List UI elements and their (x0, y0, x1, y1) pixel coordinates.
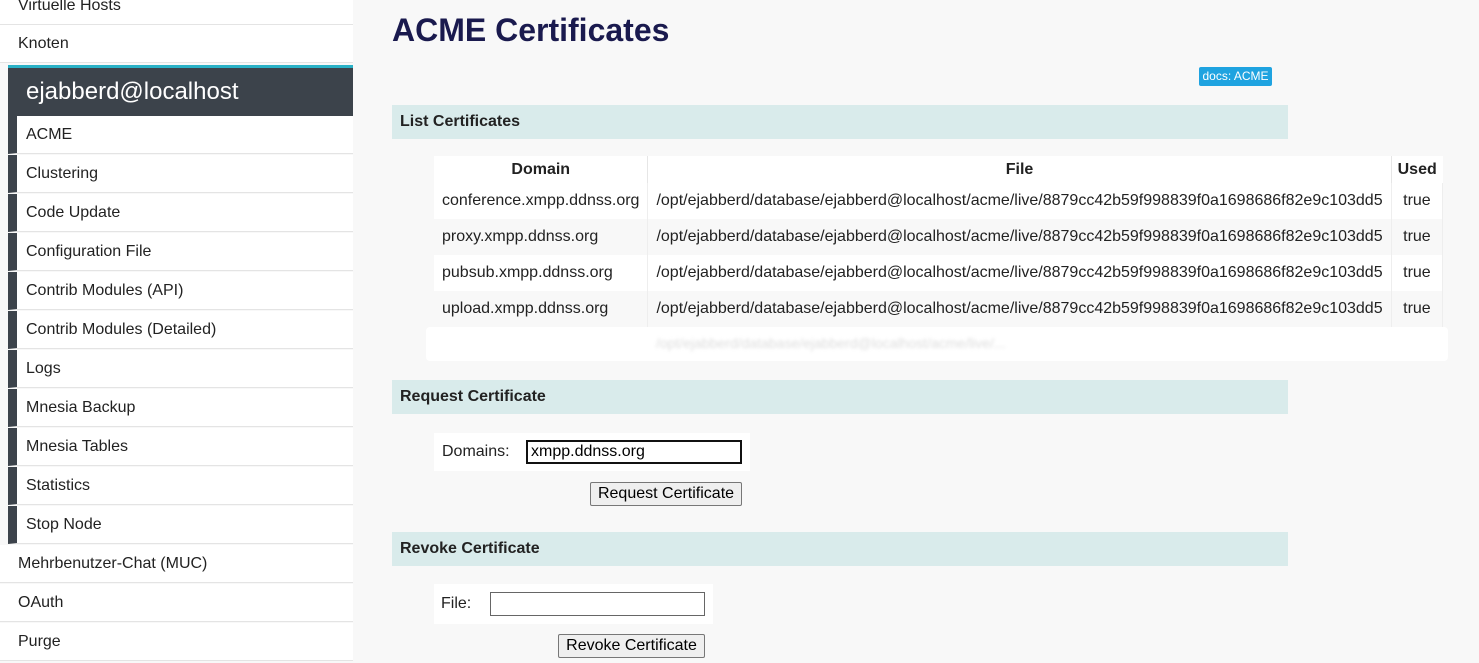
table-row: conference.xmpp.ddnss.org /opt/ejabberd/… (434, 183, 1444, 219)
domains-input[interactable] (526, 440, 742, 464)
sidebar-item-contrib-modules-api[interactable]: Contrib Modules (API) (8, 272, 353, 310)
cell-used: true (1391, 219, 1444, 255)
column-header-used: Used (1391, 156, 1443, 183)
revoke-certificate-button[interactable]: Revoke Certificate (558, 634, 705, 658)
sidebar-item-stop-node[interactable]: Stop Node (8, 506, 353, 544)
sidebar-node-header: ejabberd@localhost (8, 65, 353, 116)
sidebar-item-muc[interactable]: Mehrbenutzer-Chat (MUC) (0, 545, 353, 583)
file-input[interactable] (490, 592, 705, 616)
column-header-domain: Domain (434, 156, 649, 183)
cell-domain: pubsub.xmpp.ddnss.org (434, 255, 649, 291)
docs-link[interactable]: docs: ACME (1199, 67, 1272, 86)
cell-file-partial: /opt/ejabberd/database/ejabberd@localhos… (656, 335, 1006, 351)
cell-used: true (1391, 255, 1444, 291)
sidebar-item-statistics[interactable]: Statistics (8, 467, 353, 505)
sidebar-item-virtual-hosts[interactable]: Virtuelle Hosts (0, 0, 353, 25)
file-label: File: (441, 595, 472, 612)
section-list-certificates: List Certificates (392, 105, 1288, 139)
table-row: proxy.xmpp.ddnss.org /opt/ejabberd/datab… (434, 219, 1444, 255)
sidebar-item-purge[interactable]: Purge (0, 623, 353, 661)
cell-domain: proxy.xmpp.ddnss.org (434, 219, 649, 255)
cell-used: true (1391, 183, 1444, 219)
sidebar-item-contrib-modules-detailed[interactable]: Contrib Modules (Detailed) (8, 311, 353, 349)
cell-file: /opt/ejabberd/database/ejabberd@localhos… (647, 291, 1392, 327)
domains-label: Domains: (442, 443, 510, 460)
sidebar-item-nodes[interactable]: Knoten (0, 25, 353, 63)
column-header-file: File (647, 156, 1392, 183)
sidebar-item-logs[interactable]: Logs (8, 350, 353, 388)
cell-file: /opt/ejabberd/database/ejabberd@localhos… (647, 255, 1392, 291)
cell-domain: upload.xmpp.ddnss.org (434, 291, 649, 327)
sidebar-item-clustering[interactable]: Clustering (8, 155, 353, 193)
table-row: pubsub.xmpp.ddnss.org /opt/ejabberd/data… (434, 255, 1444, 291)
sidebar-item-configuration-file[interactable]: Configuration File (8, 233, 353, 271)
table-row: upload.xmpp.ddnss.org /opt/ejabberd/data… (434, 291, 1444, 327)
sidebar-item-mnesia-tables[interactable]: Mnesia Tables (8, 428, 353, 466)
request-form: Domains: (434, 433, 750, 471)
page-title: ACME Certificates (392, 12, 670, 48)
cell-domain: conference.xmpp.ddnss.org (434, 183, 649, 219)
cell-used: true (1391, 291, 1444, 327)
certificates-table: Domain File Used conference.xmpp.ddnss.o… (434, 156, 1444, 327)
cell-file: /opt/ejabberd/database/ejabberd@localhos… (647, 183, 1392, 219)
sidebar-item-acme[interactable]: ACME (8, 116, 353, 154)
cell-file: /opt/ejabberd/database/ejabberd@localhos… (647, 219, 1392, 255)
revoke-form: File: (434, 584, 713, 624)
table-row-partial: /opt/ejabberd/database/ejabberd@localhos… (426, 327, 1448, 361)
sidebar-item-mnesia-backup[interactable]: Mnesia Backup (8, 389, 353, 427)
sidebar: Virtuelle Hosts Knoten ejabberd@localhos… (0, 0, 353, 663)
sidebar-item-oauth[interactable]: OAuth (0, 584, 353, 622)
section-request-certificate: Request Certificate (392, 380, 1288, 414)
section-revoke-certificate: Revoke Certificate (392, 532, 1288, 566)
request-certificate-button[interactable]: Request Certificate (590, 482, 742, 506)
table-header-row: Domain File Used (434, 156, 1443, 183)
sidebar-item-code-update[interactable]: Code Update (8, 194, 353, 232)
